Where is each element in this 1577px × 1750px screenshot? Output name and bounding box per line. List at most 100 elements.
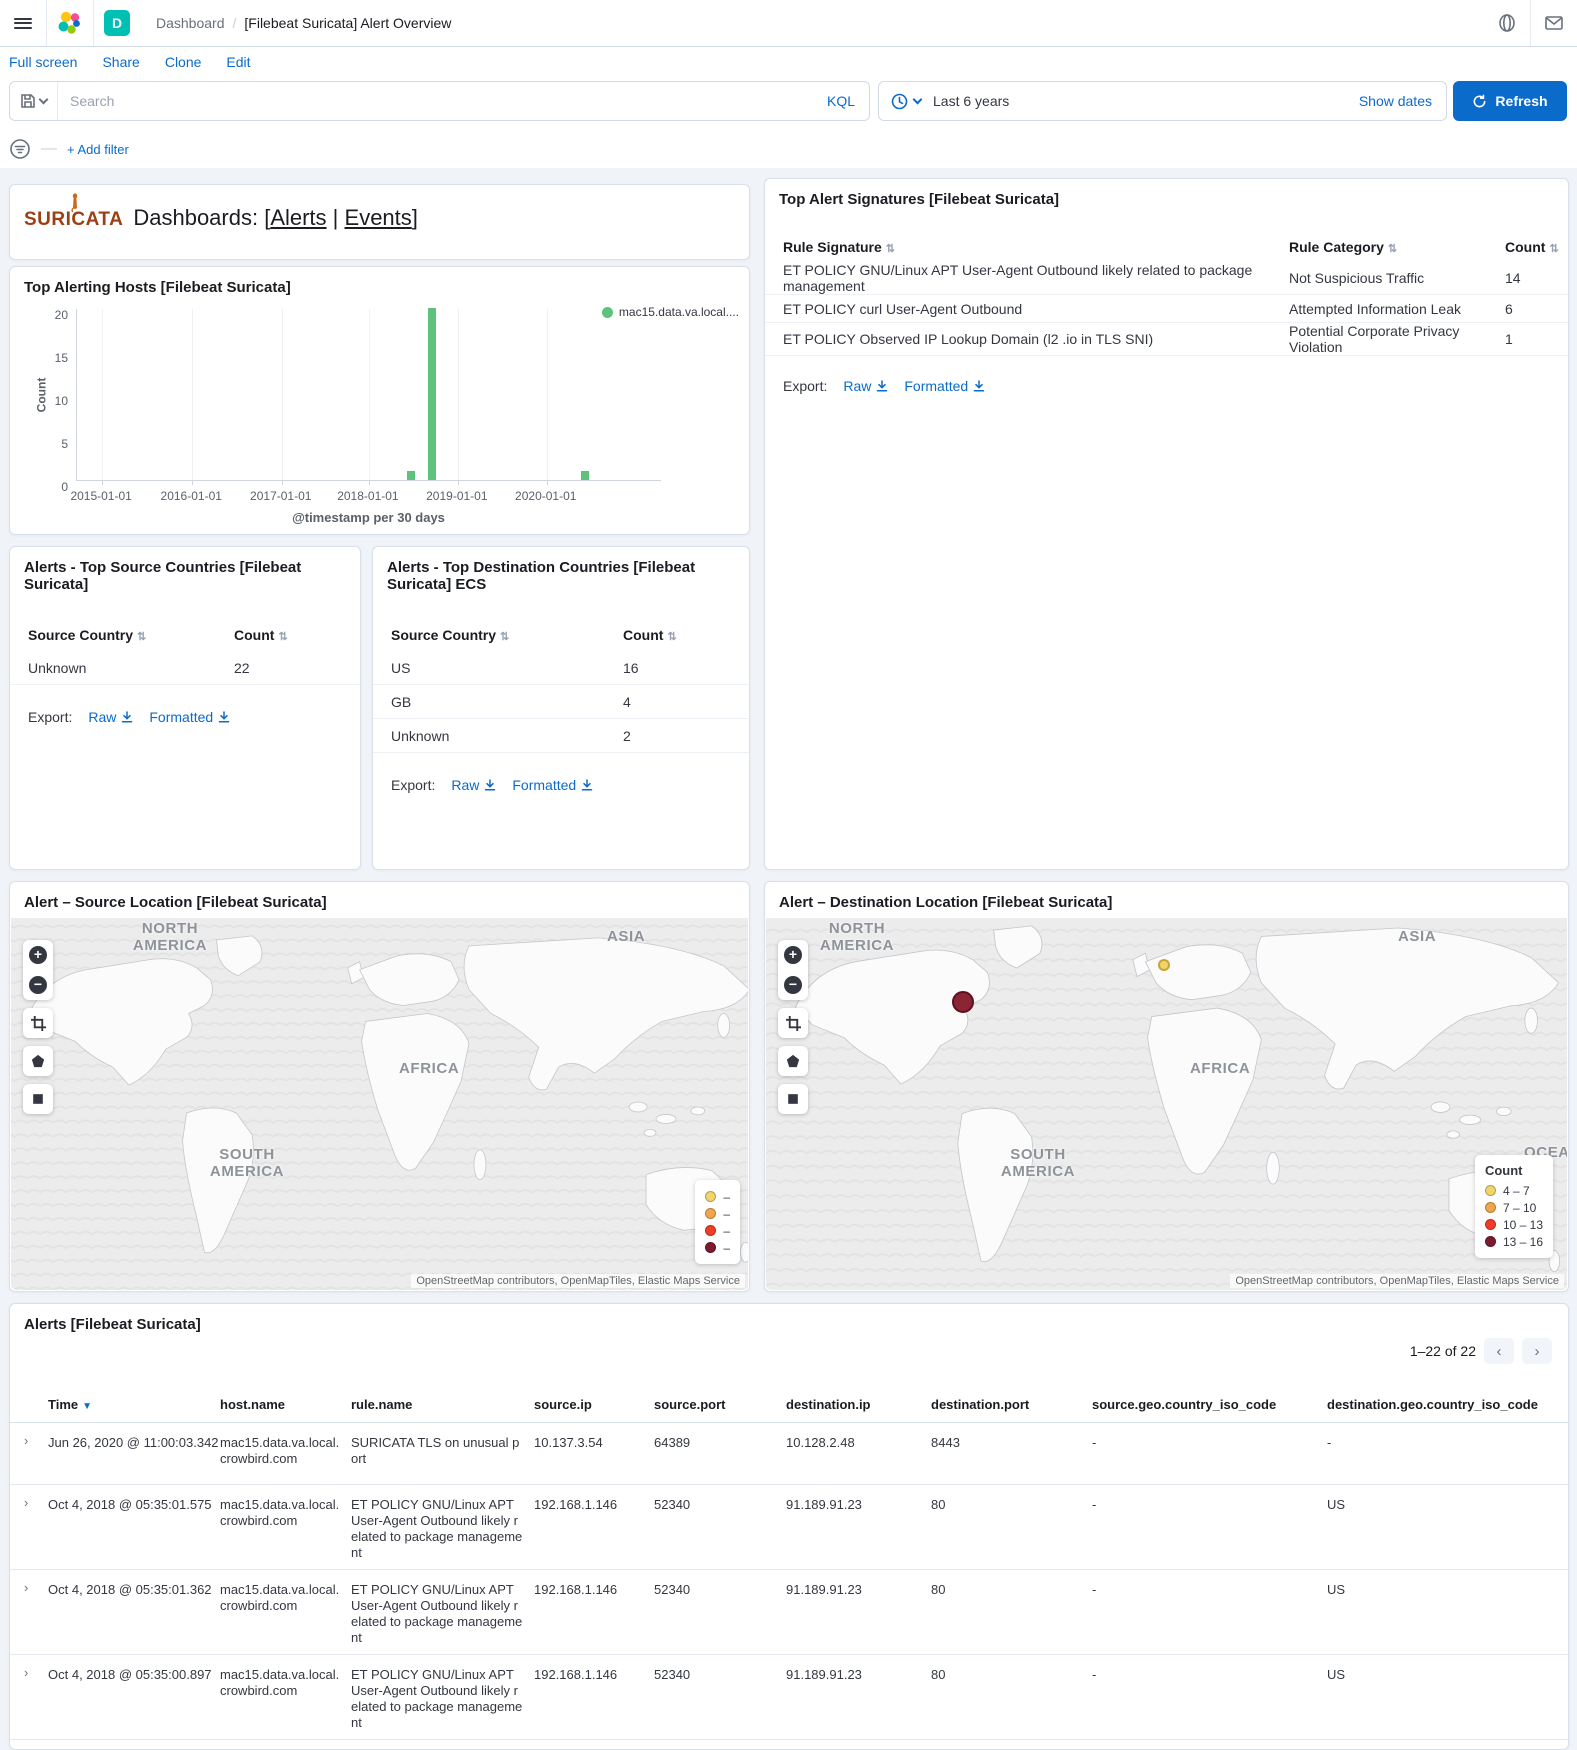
export-formatted-link[interactable]: Formatted xyxy=(904,378,985,394)
column-count[interactable]: Count⇅ xyxy=(623,627,749,643)
expand-row-button[interactable]: › xyxy=(22,1485,48,1569)
clock-icon xyxy=(891,93,908,110)
axis-tick xyxy=(369,480,370,485)
refresh-button[interactable]: Refresh xyxy=(1453,81,1567,121)
expand-row-button[interactable]: › xyxy=(22,1423,48,1484)
zoom-out-button[interactable]: − xyxy=(778,970,808,1000)
column-source-port[interactable]: source.port xyxy=(654,1397,786,1412)
y-tick-label: 5 xyxy=(40,437,68,451)
elastic-logo-icon[interactable] xyxy=(47,0,93,46)
share-link[interactable]: Share xyxy=(102,54,139,70)
crop-tool-button[interactable] xyxy=(778,1008,808,1038)
alert-location-marker[interactable] xyxy=(1158,959,1170,971)
add-filter-button[interactable]: + Add filter xyxy=(67,142,129,157)
breadcrumb-separator: / xyxy=(233,15,237,31)
chart-bar[interactable] xyxy=(407,471,415,480)
map-canvas[interactable]: + − NORTH AMERICA ASIA AFRICA SOUTH AMER… xyxy=(766,918,1567,1290)
search-input[interactable] xyxy=(58,93,813,109)
download-icon xyxy=(218,711,230,723)
alerts-table-body: ›Jun 26, 2020 @ 11:00:03.342mac15.data.v… xyxy=(10,1423,1568,1750)
expand-row-button[interactable]: › xyxy=(22,1740,48,1750)
breadcrumb-dashboard[interactable]: Dashboard xyxy=(156,15,225,31)
destination-ip-cell: 91.189.91.23 xyxy=(786,1655,931,1739)
x-tick-label: 2015-01-01 xyxy=(70,489,131,503)
full-screen-link[interactable]: Full screen xyxy=(9,54,77,70)
column-source-country[interactable]: Source Country⇅ xyxy=(28,627,234,643)
sort-icon: ⇅ xyxy=(667,631,676,643)
draw-polygon-button[interactable] xyxy=(23,1046,53,1076)
draw-bounds-button[interactable] xyxy=(778,1084,808,1114)
column-rule-name[interactable]: rule.name xyxy=(351,1397,534,1412)
next-page-button[interactable]: › xyxy=(1522,1338,1552,1364)
map-canvas[interactable]: + − NORTH AMERICA ASIA AFRICA SOUTH AMER… xyxy=(11,918,748,1290)
column-rule-category[interactable]: Rule Category⇅ xyxy=(1289,239,1505,255)
chart-gridline xyxy=(547,309,548,480)
saved-query-menu-button[interactable] xyxy=(10,82,58,120)
draw-polygon-button[interactable] xyxy=(778,1046,808,1076)
legend-range-label: – xyxy=(723,1224,730,1238)
destination-ip-cell: 91.189.91.23 xyxy=(786,1570,931,1654)
axis-tick xyxy=(458,480,459,485)
export-formatted-link[interactable]: Formatted xyxy=(149,709,230,725)
filter-icon[interactable] xyxy=(9,138,31,160)
map-legend: Count4 – 77 – 1010 – 1313 – 16 xyxy=(1475,1155,1553,1258)
sort-desc-icon: ▼ xyxy=(82,1401,92,1412)
column-time[interactable]: Time▼ xyxy=(48,1397,220,1412)
edit-link[interactable]: Edit xyxy=(226,54,250,70)
expand-row-button[interactable]: › xyxy=(22,1655,48,1739)
destination-port-cell: 80 xyxy=(931,1485,1092,1569)
chart-gridline xyxy=(282,309,283,480)
column-count[interactable]: Count⇅ xyxy=(234,627,360,643)
export-raw-link[interactable]: Raw xyxy=(451,777,496,793)
export-formatted-link[interactable]: Formatted xyxy=(512,777,593,793)
download-icon xyxy=(121,711,133,723)
clone-link[interactable]: Clone xyxy=(165,54,202,70)
legend-item: – xyxy=(705,1188,730,1205)
zoom-out-button[interactable]: − xyxy=(23,970,53,1000)
chart-bar[interactable] xyxy=(428,308,436,480)
continent-label-africa: AFRICA xyxy=(399,1060,459,1077)
bar-chart-plot[interactable] xyxy=(76,309,661,481)
crop-tool-button[interactable] xyxy=(23,1008,53,1038)
rule-category-cell: Potential Corporate Privacy Violation xyxy=(1289,323,1505,355)
zoom-in-button[interactable]: + xyxy=(23,940,53,970)
chart-bar[interactable] xyxy=(581,471,589,480)
show-dates-button[interactable]: Show dates xyxy=(1345,93,1446,109)
column-source-country[interactable]: Source Country⇅ xyxy=(391,627,623,643)
source-ip-cell: 192.168.1.146 xyxy=(534,1570,654,1654)
axis-tick xyxy=(102,480,103,485)
export-raw-link[interactable]: Raw xyxy=(88,709,133,725)
dashboard-toolbar: Full screen Share Clone Edit xyxy=(9,54,251,70)
signatures-table-header: Rule Signature⇅ Rule Category⇅ Count⇅ xyxy=(765,232,1568,262)
time-picker-dropdown[interactable]: Last 6 years xyxy=(879,93,1021,110)
column-count[interactable]: Count⇅ xyxy=(1505,239,1568,255)
source-ip-cell: 10.137.3.54 xyxy=(534,1423,654,1484)
legend-dot-icon xyxy=(1485,1219,1496,1230)
column-destination-port[interactable]: destination.port xyxy=(931,1397,1092,1412)
news-feed-icon[interactable] xyxy=(1484,0,1530,46)
column-destination-geo[interactable]: destination.geo.country_iso_code xyxy=(1327,1397,1568,1412)
previous-page-button[interactable]: ‹ xyxy=(1484,1338,1514,1364)
chevron-down-icon xyxy=(913,95,923,105)
column-source-geo[interactable]: source.geo.country_iso_code xyxy=(1092,1397,1327,1412)
chart-gridline xyxy=(458,309,459,480)
top-alerting-hosts-panel: Top Alerting Hosts [Filebeat Suricata] m… xyxy=(9,266,750,535)
draw-bounds-button[interactable] xyxy=(23,1084,53,1114)
column-destination-ip[interactable]: destination.ip xyxy=(786,1397,931,1412)
kql-language-button[interactable]: KQL xyxy=(813,93,869,109)
events-link[interactable]: Events xyxy=(345,205,412,230)
mail-icon[interactable] xyxy=(1531,0,1577,46)
zoom-in-button[interactable]: + xyxy=(778,940,808,970)
expand-row-button[interactable]: › xyxy=(22,1570,48,1654)
column-source-ip[interactable]: source.ip xyxy=(534,1397,654,1412)
column-rule-signature[interactable]: Rule Signature⇅ xyxy=(783,239,1289,255)
alerts-link[interactable]: Alerts xyxy=(270,205,326,230)
legend-range-label: 7 – 10 xyxy=(1503,1201,1536,1215)
export-raw-link[interactable]: Raw xyxy=(843,378,888,394)
legend-range-label: 10 – 13 xyxy=(1503,1218,1543,1232)
menu-icon[interactable] xyxy=(0,0,46,46)
space-avatar[interactable]: D xyxy=(94,0,140,46)
pagination: 1–22 of 22 ‹ › xyxy=(1410,1338,1552,1364)
column-host-name[interactable]: host.name xyxy=(220,1397,351,1412)
time-cell: Oct 4, 2018 @ 05:35:00.897 xyxy=(48,1655,220,1739)
